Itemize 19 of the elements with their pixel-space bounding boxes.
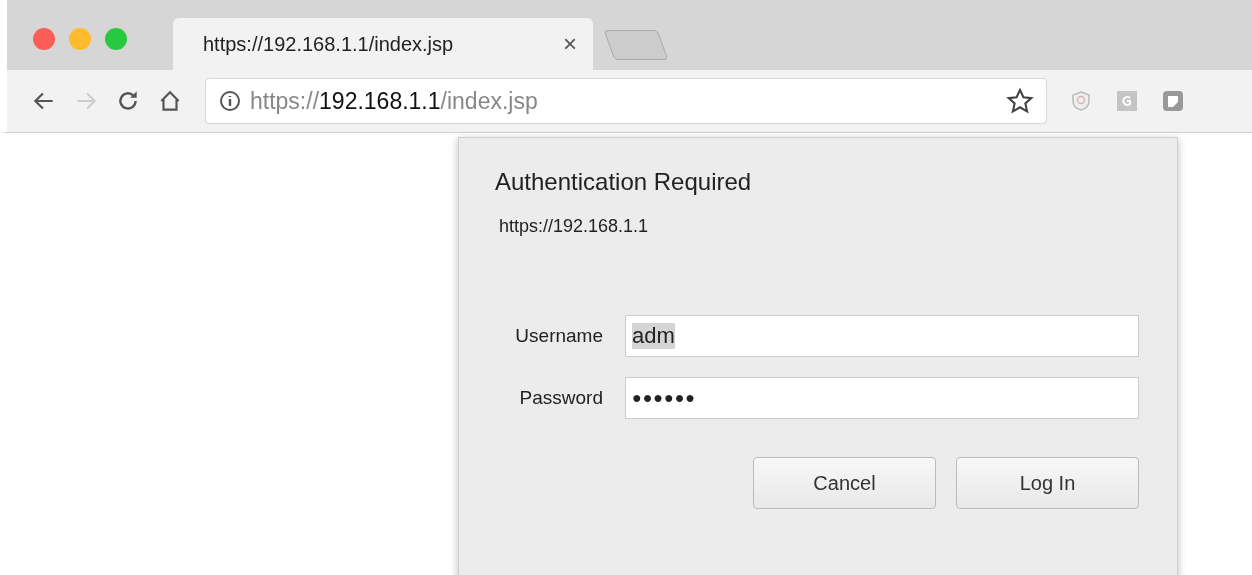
note-extension-icon[interactable] bbox=[1161, 89, 1185, 113]
square-extension-icon[interactable] bbox=[1115, 89, 1139, 113]
field-label: Username bbox=[514, 325, 604, 347]
close-window-dot[interactable] bbox=[33, 28, 55, 50]
browser-tab[interactable]: https://192.168.1.1/index.jsp × bbox=[173, 18, 593, 70]
minimize-window-dot[interactable] bbox=[69, 28, 91, 50]
close-tab-button[interactable]: × bbox=[563, 30, 577, 58]
address-bar[interactable]: https://192.168.1.1/index.jsp bbox=[205, 78, 1047, 124]
dialog-origin: https://192.168.1.1 bbox=[499, 216, 650, 237]
field-label: Password bbox=[518, 387, 604, 409]
shield-extension-icon[interactable] bbox=[1069, 89, 1093, 113]
login-button[interactable]: Log In bbox=[956, 457, 1139, 509]
cancel-button[interactable]: Cancel bbox=[753, 457, 936, 509]
username-field[interactable]: adm bbox=[625, 315, 1139, 357]
bookmark-star-icon[interactable] bbox=[1006, 87, 1034, 115]
password-field[interactable]: ●●●●●● bbox=[625, 377, 1139, 419]
info-icon[interactable] bbox=[218, 89, 242, 113]
zoom-window-dot[interactable] bbox=[105, 28, 127, 50]
dialog-title: Authentication Required bbox=[495, 168, 753, 196]
